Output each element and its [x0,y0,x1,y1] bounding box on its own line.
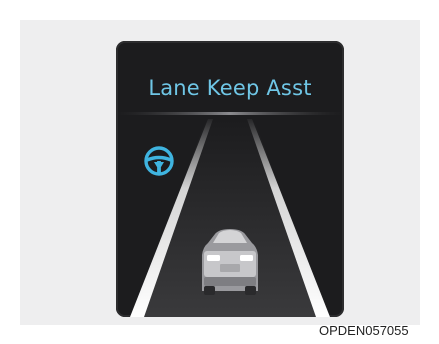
figure-code: OPDEN057055 [319,323,409,338]
steering-wheel-icon [144,146,174,176]
title-divider [116,112,344,115]
feature-title: Lane Keep Asst [148,76,312,100]
cluster-display: Lane Keep Asst [116,41,344,317]
